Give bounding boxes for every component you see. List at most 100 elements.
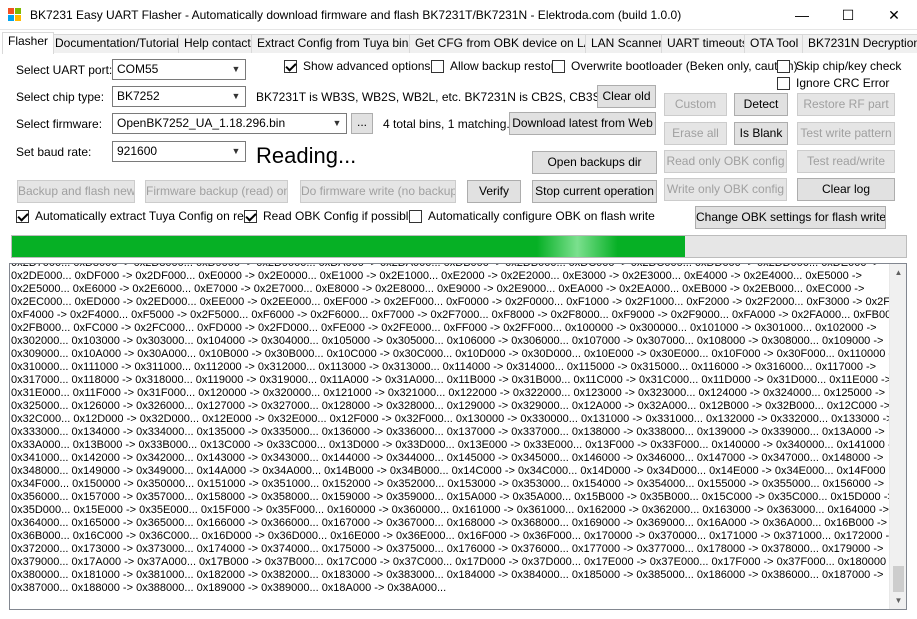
app-icon — [8, 8, 22, 22]
log-line: 0x310000... 0x111000 -> 0x311000... 0x11… — [11, 361, 877, 373]
log-line: 0x364000... 0x165000 -> 0x365000... 0x16… — [11, 517, 888, 529]
tab-ota-tool[interactable]: OTA Tool — [744, 34, 805, 53]
window-title: BK7231 Easy UART Flasher - Automatically… — [30, 8, 682, 22]
log-line: 0x325000... 0x126000 -> 0x326000... 0x12… — [11, 400, 889, 412]
test-read-write-button[interactable]: Test read/write — [797, 150, 895, 173]
allow-backup-restore-checkbox[interactable]: Allow backup restore — [431, 59, 561, 73]
browse-firmware-button[interactable]: ... — [351, 113, 373, 134]
bins-info-text: 4 total bins, 1 matching. — [383, 117, 510, 131]
do-firmware-write-button[interactable]: Do firmware write (no backup!) — [300, 180, 456, 203]
tab-bk7231n-decryption[interactable]: BK7231N Decryption — [802, 34, 917, 53]
log-line: 0x2DE000... 0xDF000 -> 0x2DF000... 0xE00… — [11, 270, 862, 282]
progress-bar — [11, 235, 907, 258]
chip-type-value: BK7252 — [117, 89, 160, 103]
baud-rate-label: Set baud rate: — [16, 145, 92, 159]
log-line: 0x309000... 0x10A000 -> 0x30A000... 0x10… — [11, 348, 889, 360]
log-line: 0x34F000... 0x150000 -> 0x350000... 0x15… — [11, 478, 885, 490]
tab-documentation[interactable]: Documentation/Tutorials — [49, 34, 191, 53]
log-line: 0x348000... 0x149000 -> 0x349000... 0x14… — [11, 465, 889, 477]
tab-flasher[interactable]: Flasher — [2, 32, 55, 54]
auto-extract-tuya-checkbox[interactable]: Automatically extract Tuya Config on rea… — [16, 209, 257, 223]
uart-port-select[interactable]: COM55 ▼ — [112, 59, 246, 80]
chevron-down-icon: ▼ — [332, 118, 342, 128]
uart-port-label: Select UART port: — [16, 63, 113, 77]
clear-old-button[interactable]: Clear old — [597, 85, 656, 108]
checkbox-label: Allow backup restore — [450, 59, 562, 73]
title-bar[interactable]: BK7231 Easy UART Flasher - Automatically… — [0, 0, 917, 30]
read-only-obk-config-button[interactable]: Read only OBK config — [664, 150, 787, 173]
scroll-up-icon[interactable]: ▲ — [890, 264, 906, 281]
close-button[interactable]: ✕ — [871, 0, 917, 30]
log-line: 0x2E5000... 0xE6000 -> 0x2E6000... 0xE70… — [11, 283, 865, 295]
checkbox-label: Overwrite bootloader (Beken only, cautio… — [571, 59, 798, 73]
checkbox-label: Show advanced options — [303, 59, 431, 73]
verify-button[interactable]: Verify — [467, 180, 521, 203]
maximize-button[interactable]: ☐ — [825, 0, 871, 30]
stop-operation-button[interactable]: Stop current operation — [532, 180, 657, 203]
log-line: 0x341000... 0x142000 -> 0x342000... 0x14… — [11, 452, 884, 464]
chevron-down-icon: ▼ — [231, 146, 241, 156]
log-line: 0x356000... 0x157000 -> 0x357000... 0x15… — [11, 491, 889, 503]
log-line: 0x380000... 0x181000 -> 0x381000... 0x18… — [11, 569, 884, 581]
is-blank-button[interactable]: Is Blank — [734, 122, 788, 145]
checkbox-label: Automatically configure OBK on flash wri… — [428, 209, 655, 223]
clear-log-button[interactable]: Clear log — [797, 178, 895, 201]
chip-type-select[interactable]: BK7252 ▼ — [112, 86, 246, 107]
checkbox-unchecked — [777, 76, 790, 90]
erase-all-button[interactable]: Erase all — [664, 122, 727, 145]
firmware-value: OpenBK7252_UA_1.18.296.bin — [117, 116, 286, 130]
chip-type-label: Select chip type: — [16, 90, 105, 104]
tab-uart-timeouts[interactable]: UART timeouts — [661, 34, 754, 53]
checkbox-unchecked — [777, 59, 790, 73]
checkbox-unchecked — [431, 59, 444, 73]
log-line: 0x317000... 0x118000 -> 0x318000... 0x11… — [11, 374, 889, 386]
custom-button[interactable]: Custom — [664, 93, 727, 116]
log-scrollbar[interactable]: ▲ ▼ — [889, 264, 906, 609]
log-line: 0x32C000... 0x12D000 -> 0x32D000... 0x12… — [11, 413, 889, 425]
log-line: 0x2FB000... 0xFC000 -> 0x2FC000... 0xFD0… — [11, 322, 877, 334]
read-obk-config-checkbox[interactable]: Read OBK Config if possible — [244, 209, 415, 223]
scroll-down-icon[interactable]: ▼ — [890, 592, 906, 609]
minimize-button[interactable]: — — [779, 0, 825, 30]
test-write-pattern-button[interactable]: Test write pattern — [797, 122, 895, 145]
ignore-crc-checkbox[interactable]: Ignore CRC Error — [777, 76, 889, 90]
firmware-label: Select firmware: — [16, 117, 103, 131]
log-line: 0x31E000... 0x11F000 -> 0x31F000... 0x12… — [11, 387, 886, 399]
write-only-obk-config-button[interactable]: Write only OBK config — [664, 178, 787, 201]
restore-rf-button[interactable]: Restore RF part — [797, 93, 895, 116]
log-textbox[interactable]: 0x2D7000... 0xD8000 -> 0x2D8000... 0xD90… — [9, 263, 907, 610]
baud-rate-value: 921600 — [117, 144, 158, 158]
tab-strip: Flasher Documentation/Tutorials Help con… — [2, 32, 917, 54]
tab-help-contact[interactable]: Help contact — [178, 34, 257, 53]
open-backups-button[interactable]: Open backups dir — [532, 151, 657, 174]
backup-and-flash-button[interactable]: Backup and flash new — [17, 180, 135, 203]
log-line: 0x387000... 0x188000 -> 0x388000... 0x18… — [11, 582, 447, 594]
checkbox-label: Skip chip/key check — [796, 59, 902, 73]
detect-button[interactable]: Detect — [734, 93, 788, 116]
show-advanced-checkbox[interactable]: Show advanced options — [284, 59, 430, 73]
progress-fill — [12, 236, 686, 257]
log-line: 0xF4000 -> 0x2F4000... 0xF5000 -> 0x2F50… — [11, 309, 889, 321]
change-obk-settings-button[interactable]: Change OBK settings for flash write — [695, 206, 886, 229]
log-line: 0x302000... 0x103000 -> 0x303000... 0x10… — [11, 335, 884, 347]
tab-get-cfg-obk[interactable]: Get CFG from OBK device on LAN — [409, 34, 607, 53]
tab-lan-scanner[interactable]: LAN Scanner — [585, 34, 669, 53]
checkbox-unchecked — [409, 209, 422, 223]
baud-rate-select[interactable]: 921600 ▼ — [112, 141, 246, 162]
download-latest-button[interactable]: Download latest from Web — [509, 112, 656, 135]
overwrite-bootloader-checkbox[interactable]: Overwrite bootloader (Beken only, cautio… — [552, 59, 798, 73]
firmware-select[interactable]: OpenBK7252_UA_1.18.296.bin ▼ — [112, 113, 347, 134]
tab-extract-config[interactable]: Extract Config from Tuya binary — [251, 34, 432, 53]
log-line: 0x2EC000... 0xED000 -> 0x2ED000... 0xEE0… — [11, 296, 889, 308]
chevron-down-icon: ▼ — [231, 91, 241, 101]
auto-configure-obk-checkbox[interactable]: Automatically configure OBK on flash wri… — [409, 209, 655, 223]
checkbox-label: Ignore CRC Error — [796, 76, 890, 90]
log-line: 0x333000... 0x134000 -> 0x334000... 0x13… — [11, 426, 885, 438]
firmware-backup-button[interactable]: Firmware backup (read) only — [145, 180, 288, 203]
skip-chip-check-checkbox[interactable]: Skip chip/key check — [777, 59, 901, 73]
log-lines: 0x2D7000... 0xD8000 -> 0x2D8000... 0xD90… — [11, 264, 889, 595]
scroll-thumb[interactable] — [893, 566, 904, 592]
checkbox-label: Automatically extract Tuya Config on rea… — [35, 209, 258, 223]
status-text: Reading... — [256, 143, 357, 168]
checkbox-unchecked — [552, 59, 565, 73]
